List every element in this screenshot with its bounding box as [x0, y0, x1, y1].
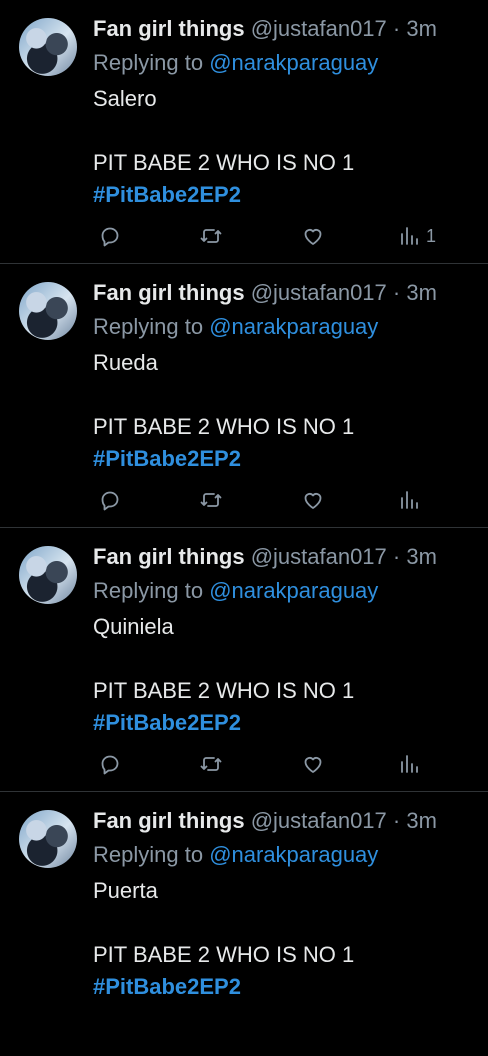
tweet[interactable]: Fan girl things @justafan017 · 3m Replyi…: [0, 792, 488, 1056]
action-bar: [0, 752, 488, 782]
retweet-button[interactable]: [199, 224, 223, 248]
retweet-icon: [200, 757, 222, 771]
author-handle[interactable]: @justafan017: [251, 16, 387, 41]
timestamp[interactable]: 3m: [406, 16, 437, 41]
timestamp[interactable]: 3m: [406, 808, 437, 833]
like-button[interactable]: [301, 224, 325, 248]
author-name[interactable]: Fan girl things: [93, 544, 245, 569]
replying-prefix: Replying to: [93, 842, 210, 867]
views-button[interactable]: [398, 752, 426, 776]
replying-prefix: Replying to: [93, 50, 210, 75]
replying-to-link[interactable]: @narakparaguay: [209, 50, 378, 75]
timestamp[interactable]: 3m: [406, 544, 437, 569]
tweet[interactable]: Fan girl things @justafan017 · 3m Replyi…: [0, 0, 488, 264]
replying-to: Replying to @narakparaguay: [93, 576, 378, 606]
tweet-text-line1: Salero: [93, 86, 157, 111]
heart-icon: [304, 493, 322, 509]
avatar[interactable]: [19, 282, 77, 340]
views-icon: [401, 491, 418, 509]
avatar[interactable]: [19, 546, 77, 604]
tweet-header: Fan girl things @justafan017 · 3m: [93, 542, 437, 572]
tweet-text-line1: Rueda: [93, 350, 158, 375]
action-bar: 1: [0, 224, 488, 254]
retweet-button[interactable]: [199, 488, 223, 512]
separator-dot: ·: [392, 16, 401, 41]
author-name[interactable]: Fan girl things: [93, 16, 245, 41]
avatar[interactable]: [19, 810, 77, 868]
avatar[interactable]: [19, 18, 77, 76]
views-button[interactable]: [398, 488, 426, 512]
tweet[interactable]: Fan girl things @justafan017 · 3m Replyi…: [0, 264, 488, 528]
author-name[interactable]: Fan girl things: [93, 280, 245, 305]
tweet-text-line2: PIT BABE 2 WHO IS NO 1: [93, 150, 355, 175]
timestamp[interactable]: 3m: [406, 280, 437, 305]
author-handle[interactable]: @justafan017: [251, 544, 387, 569]
replying-prefix: Replying to: [93, 314, 210, 339]
replying-to-link[interactable]: @narakparaguay: [209, 578, 378, 603]
reply-button[interactable]: [98, 752, 122, 776]
reply-icon: [101, 755, 119, 775]
replying-to: Replying to @narakparaguay: [93, 840, 378, 870]
like-button[interactable]: [301, 752, 325, 776]
views-button[interactable]: 1: [398, 224, 436, 248]
reply-button[interactable]: [98, 488, 122, 512]
tweet-header: Fan girl things @justafan017 · 3m: [93, 806, 437, 836]
retweet-icon: [200, 493, 222, 507]
heart-icon: [304, 229, 322, 245]
like-button[interactable]: [301, 488, 325, 512]
heart-icon: [304, 757, 322, 773]
hashtag-link[interactable]: #PitBabe2EP2: [93, 708, 241, 738]
retweet-icon: [200, 229, 222, 243]
retweet-button[interactable]: [199, 752, 223, 776]
reply-icon: [101, 227, 119, 247]
views-icon: [401, 755, 418, 773]
hashtag-link[interactable]: #PitBabe2EP2: [93, 180, 241, 210]
separator-dot: ·: [392, 544, 401, 569]
author-handle[interactable]: @justafan017: [251, 280, 387, 305]
views-icon: [401, 227, 418, 245]
hashtag-link[interactable]: #PitBabe2EP2: [93, 444, 241, 474]
tweet-text-line2: PIT BABE 2 WHO IS NO 1: [93, 678, 355, 703]
views-count: 1: [426, 225, 437, 246]
tweet-text-line2: PIT BABE 2 WHO IS NO 1: [93, 942, 355, 967]
replying-to-link[interactable]: @narakparaguay: [209, 314, 378, 339]
hashtag-link[interactable]: #PitBabe2EP2: [93, 972, 241, 1002]
tweet-header: Fan girl things @justafan017 · 3m: [93, 14, 437, 44]
tweet-text-line2: PIT BABE 2 WHO IS NO 1: [93, 414, 355, 439]
replying-to-link[interactable]: @narakparaguay: [209, 842, 378, 867]
reply-button[interactable]: [98, 224, 122, 248]
replying-to: Replying to @narakparaguay: [93, 312, 378, 342]
tweet[interactable]: Fan girl things @justafan017 · 3m Replyi…: [0, 528, 488, 792]
reply-icon: [101, 491, 119, 511]
separator-dot: ·: [392, 808, 401, 833]
replying-prefix: Replying to: [93, 578, 210, 603]
action-bar: [0, 488, 488, 518]
replying-to: Replying to @narakparaguay: [93, 48, 378, 78]
author-name[interactable]: Fan girl things: [93, 808, 245, 833]
author-handle[interactable]: @justafan017: [251, 808, 387, 833]
tweet-text-line1: Puerta: [93, 878, 158, 903]
tweet-text-line1: Quiniela: [93, 614, 174, 639]
tweet-header: Fan girl things @justafan017 · 3m: [93, 278, 437, 308]
separator-dot: ·: [392, 280, 401, 305]
